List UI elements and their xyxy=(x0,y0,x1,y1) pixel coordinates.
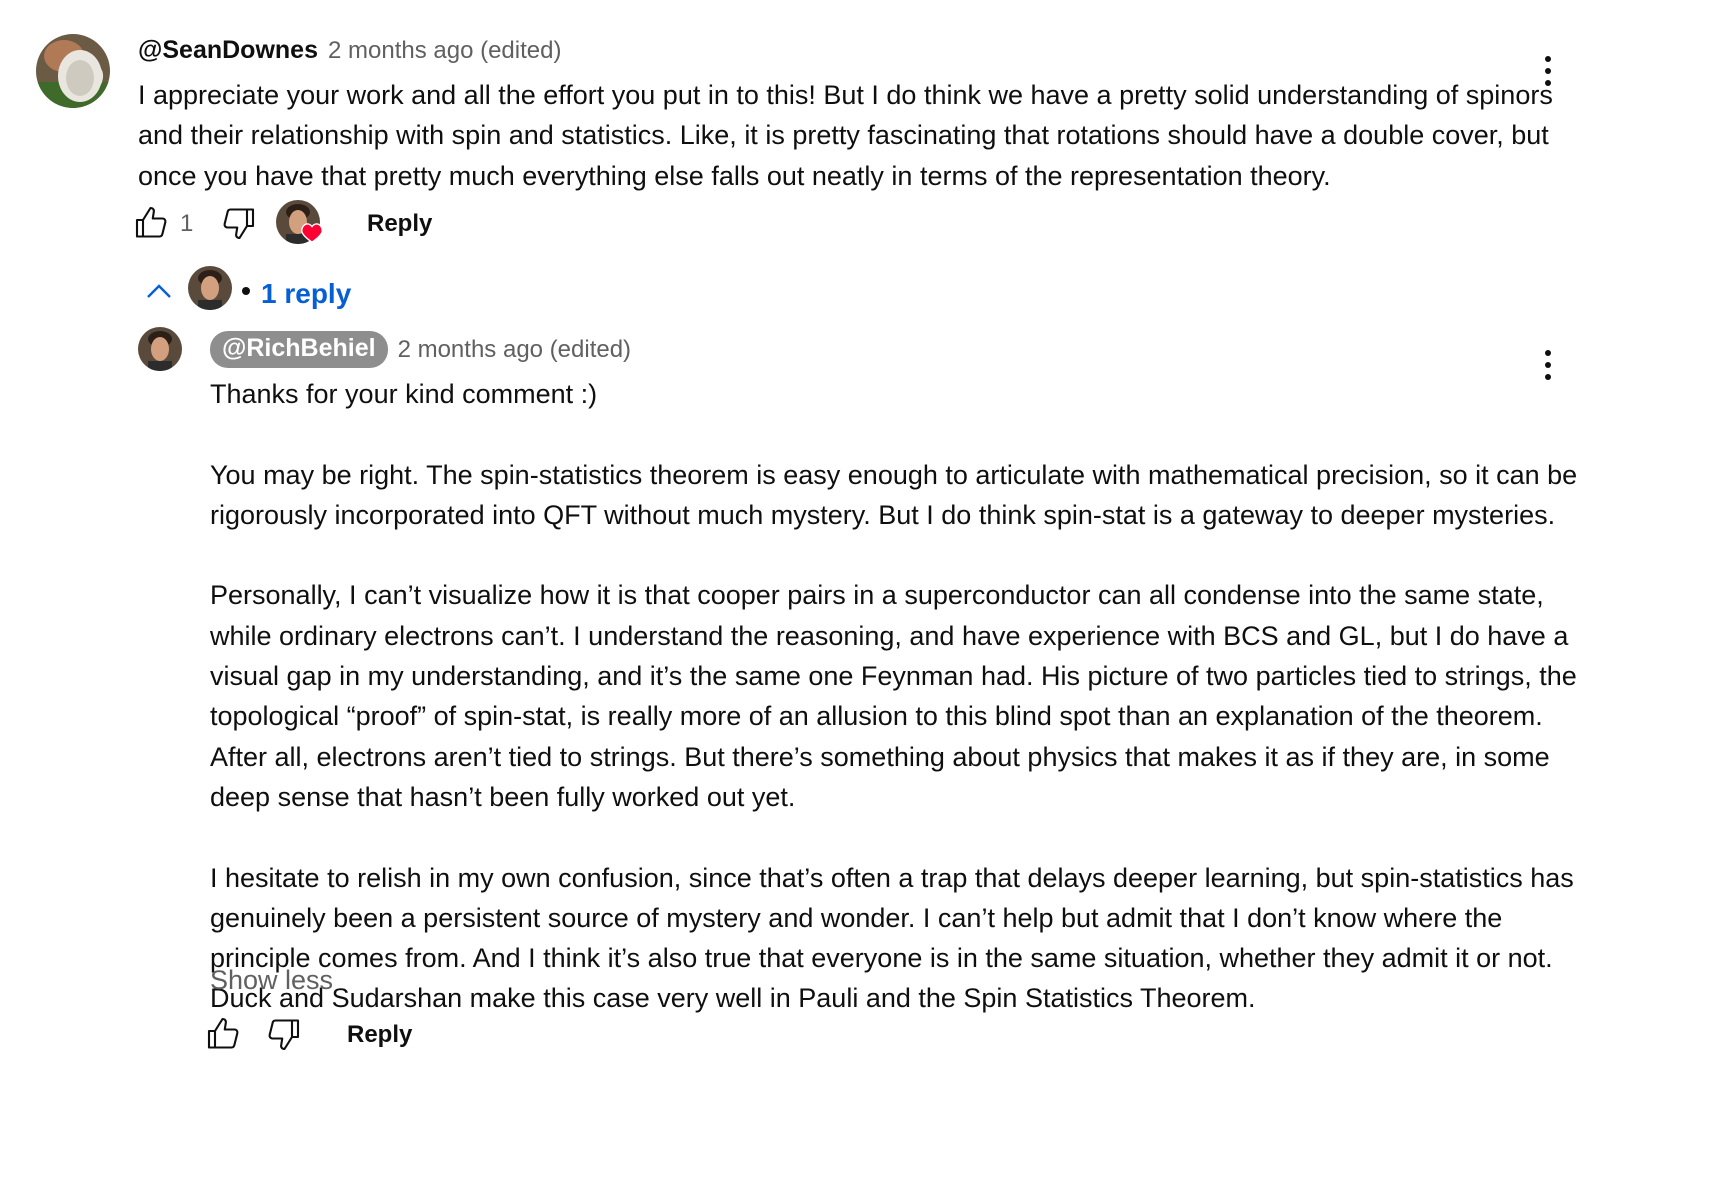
reply-dislike-button[interactable] xyxy=(265,1016,301,1057)
like-count: 1 xyxy=(180,210,194,237)
like-button[interactable] xyxy=(134,205,170,246)
replier-avatar-small xyxy=(188,266,232,310)
show-less-button[interactable]: Show less xyxy=(210,965,333,996)
chevron-up-icon xyxy=(147,284,171,298)
dislike-button[interactable] xyxy=(220,205,256,246)
reply-author-avatar[interactable] xyxy=(138,327,182,371)
more-vert-icon xyxy=(1545,350,1551,356)
comment-text: I appreciate your work and all the effor… xyxy=(138,80,1553,191)
comment-author[interactable]: @SeanDownes xyxy=(138,36,318,65)
comment-timestamp[interactable]: 2 months ago (edited) xyxy=(328,37,561,65)
heart-icon xyxy=(301,223,323,248)
reply-header: @RichBehiel 2 months ago (edited) xyxy=(210,331,631,368)
reply-author-pill[interactable]: @RichBehiel xyxy=(210,331,388,368)
thumbs-up-icon xyxy=(207,1017,239,1049)
reply-reply-button[interactable]: Reply xyxy=(347,1021,412,1049)
reply-paragraph: I hesitate to relish in my own confusion… xyxy=(210,862,1574,1014)
reply-paragraph: You may be right. The spin-statistics th… xyxy=(210,459,1578,530)
reply-paragraph: Personally, I can’t visualize how it is … xyxy=(210,580,1577,812)
reply-paragraph: Thanks for your kind comment :) xyxy=(210,379,598,409)
comment-header: @SeanDownes 2 months ago (edited) xyxy=(138,36,561,65)
reply-text: Thanks for your kind comment :) You may … xyxy=(210,374,1577,1019)
thumbs-down-icon xyxy=(223,208,255,240)
thumbs-down-icon xyxy=(268,1019,300,1051)
collapse-replies-button[interactable] xyxy=(145,280,173,307)
separator-dot xyxy=(242,287,250,295)
reply-like-button[interactable] xyxy=(206,1016,242,1057)
reply-timestamp[interactable]: 2 months ago (edited) xyxy=(398,336,631,364)
comment-reply-button[interactable]: Reply xyxy=(367,210,432,238)
thumbs-up-icon xyxy=(135,206,167,238)
commenter-avatar[interactable] xyxy=(36,34,110,108)
more-vert-icon xyxy=(1545,56,1551,62)
replies-toggle[interactable]: 1 reply xyxy=(261,278,351,310)
